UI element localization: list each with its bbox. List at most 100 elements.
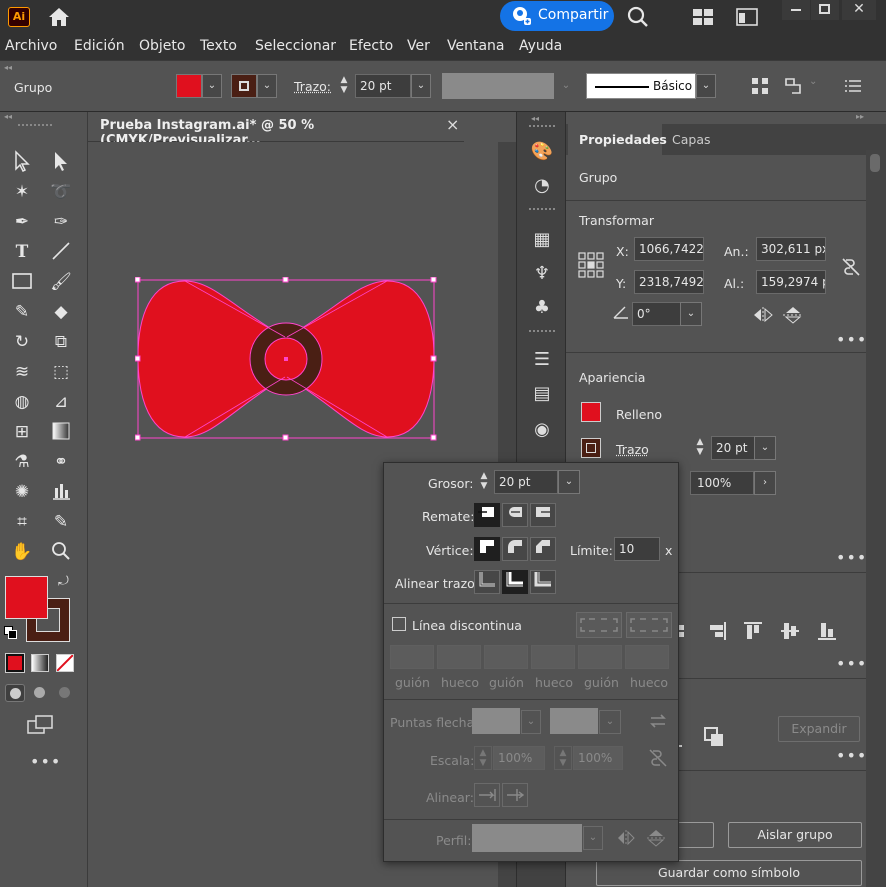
align-more-options[interactable]: ••• <box>836 654 867 673</box>
workspace-switcher-icon[interactable] <box>736 8 758 26</box>
transform-more-options[interactable]: ••• <box>836 330 867 349</box>
shaper-tool-icon[interactable]: ✎ <box>9 300 35 324</box>
draw-behind-icon[interactable] <box>30 684 50 702</box>
variable-width-dropdown[interactable]: ⌄ <box>556 74 576 98</box>
dash-field-2[interactable] <box>484 645 528 669</box>
draw-normal-icon[interactable] <box>5 684 25 702</box>
menu-ver[interactable]: Ver <box>407 38 430 54</box>
fill-dropdown[interactable]: ⌄ <box>202 74 222 98</box>
isolate-group-button[interactable]: Aislar grupo <box>728 822 862 848</box>
dash-align-corners-icon[interactable] <box>626 612 672 638</box>
fill-swatch[interactable] <box>176 74 202 98</box>
width-tool-icon[interactable]: ≋ <box>9 360 35 384</box>
mesh-tool-icon[interactable]: ⊞ <box>9 420 35 444</box>
link-scale-icon[interactable] <box>648 748 668 768</box>
menu-ventana[interactable]: Ventana <box>447 38 505 54</box>
draw-inside-icon[interactable] <box>55 684 75 702</box>
document-tab[interactable]: Prueba Instagram.ai* @ 50 % (CMYK/Previs… <box>88 112 464 148</box>
fill-color-indicator[interactable] <box>5 576 48 619</box>
gap-field-3[interactable] <box>625 645 669 669</box>
constrain-proportions-icon[interactable] <box>840 256 862 278</box>
arrange-documents-icon[interactable] <box>692 8 714 26</box>
arrow-extend-button[interactable] <box>474 783 500 807</box>
weight-stepper[interactable]: ▲ ▼ <box>474 470 494 494</box>
pathfinder-exclude-icon[interactable] <box>703 726 725 748</box>
x-field[interactable]: 1066,7422 <box>634 237 704 261</box>
dash-field-3[interactable] <box>578 645 622 669</box>
slice-tool-icon[interactable]: ✎ <box>48 510 74 534</box>
start-scale-field[interactable]: 100% <box>493 746 545 770</box>
scale-tool-icon[interactable]: ⧉ <box>48 330 74 354</box>
direct-selection-tool-icon[interactable] <box>48 150 74 174</box>
stroke-weight-stepper[interactable]: ▲ ▼ <box>334 74 354 98</box>
maximize-icon[interactable] <box>811 0 839 20</box>
miter-join-button[interactable] <box>474 537 500 561</box>
menu-ayuda[interactable]: Ayuda <box>519 38 562 54</box>
none-mode-button[interactable] <box>56 654 74 672</box>
align-stroke-inside-button[interactable] <box>502 570 528 594</box>
profile-dropdown[interactable]: ⌄ <box>583 826 603 850</box>
swap-colors-icon[interactable]: ⤾ <box>58 574 69 589</box>
menu-efecto[interactable]: Efecto <box>349 38 393 54</box>
stroke-label[interactable]: Trazo <box>616 442 649 457</box>
transform-dropdown-icon[interactable]: ⌄ <box>809 76 817 87</box>
flip-profile-horizontal-icon[interactable] <box>616 829 636 847</box>
free-transform-tool-icon[interactable]: ⬚ <box>48 360 74 384</box>
rectangle-tool-icon[interactable] <box>9 270 35 294</box>
properties-scrollbar[interactable] <box>866 150 886 887</box>
stroke-dropdown[interactable]: ⌄ <box>257 74 277 98</box>
stroke-panel-icon[interactable]: ☰ <box>529 348 555 372</box>
line-segment-tool-icon[interactable] <box>48 240 74 264</box>
flip-profile-vertical-icon[interactable] <box>646 829 666 847</box>
end-arrowhead-dropdown[interactable]: ⌄ <box>599 710 621 734</box>
dashed-line-checkbox[interactable] <box>392 617 406 631</box>
color-guide-icon[interactable]: ◔ <box>529 174 555 198</box>
artboard-tool-icon[interactable]: ⌗ <box>9 510 35 534</box>
arrow-place-button[interactable] <box>502 783 528 807</box>
appearance-stroke-swatch[interactable] <box>581 438 601 458</box>
expand-button[interactable]: Expandir <box>778 716 860 742</box>
transparency-panel-icon[interactable]: ◉ <box>529 418 555 442</box>
bow-artwork[interactable] <box>135 277 437 442</box>
butt-cap-button[interactable] <box>474 503 500 527</box>
stroke-swatch[interactable] <box>231 74 257 98</box>
color-mode-button[interactable] <box>5 653 25 673</box>
perspective-grid-tool-icon[interactable]: ⊿ <box>48 390 74 414</box>
end-arrowhead-select[interactable] <box>550 708 598 734</box>
opacity-field[interactable]: 100% <box>690 471 754 495</box>
stroke-weight-dropdown[interactable]: ⌄ <box>411 74 431 98</box>
bevel-join-button[interactable] <box>530 537 556 561</box>
projecting-cap-button[interactable] <box>530 503 556 527</box>
eraser-tool-icon[interactable]: ◆ <box>48 300 74 324</box>
rotation-dropdown[interactable]: ⌄ <box>680 302 702 326</box>
dash-preserve-icon[interactable] <box>576 612 622 638</box>
opacity-expand[interactable]: › <box>754 471 776 495</box>
default-colors-icon[interactable] <box>4 626 18 640</box>
lasso-tool-icon[interactable]: ➰ <box>48 180 74 204</box>
edit-toolbar-icon[interactable]: ••• <box>30 752 61 771</box>
align-grid-icon[interactable] <box>751 77 769 95</box>
panel-menu-icon[interactable] <box>845 79 861 93</box>
appearance-more-options[interactable]: ••• <box>836 548 867 567</box>
type-tool-icon[interactable]: T <box>9 240 35 264</box>
end-scale-field[interactable]: 100% <box>573 746 623 770</box>
brush-dropdown[interactable]: ⌄ <box>696 74 716 98</box>
home-icon[interactable] <box>46 5 72 29</box>
gap-field-2[interactable] <box>531 645 575 669</box>
symbol-sprayer-tool-icon[interactable]: ✺ <box>9 480 35 504</box>
round-cap-button[interactable] <box>502 503 528 527</box>
align-bottom-icon[interactable] <box>816 620 838 642</box>
color-panel-icon[interactable]: 🎨 <box>529 140 555 164</box>
menu-objeto[interactable]: Objeto <box>139 38 185 54</box>
magic-wand-tool-icon[interactable]: ✶ <box>9 180 35 204</box>
appearance-stroke-dropdown[interactable]: ⌄ <box>754 436 776 460</box>
brush-definition[interactable]: Básico <box>586 73 696 99</box>
reference-point-icon[interactable] <box>578 252 604 278</box>
transform-icon[interactable] <box>784 77 804 95</box>
align-vertical-center-icon[interactable] <box>779 620 801 642</box>
blend-tool-icon[interactable]: ⚭ <box>48 450 74 474</box>
align-top-icon[interactable] <box>742 620 764 642</box>
gap-field-1[interactable] <box>437 645 481 669</box>
rotate-tool-icon[interactable]: ↻ <box>9 330 35 354</box>
swap-arrowheads-icon[interactable] <box>648 711 668 731</box>
